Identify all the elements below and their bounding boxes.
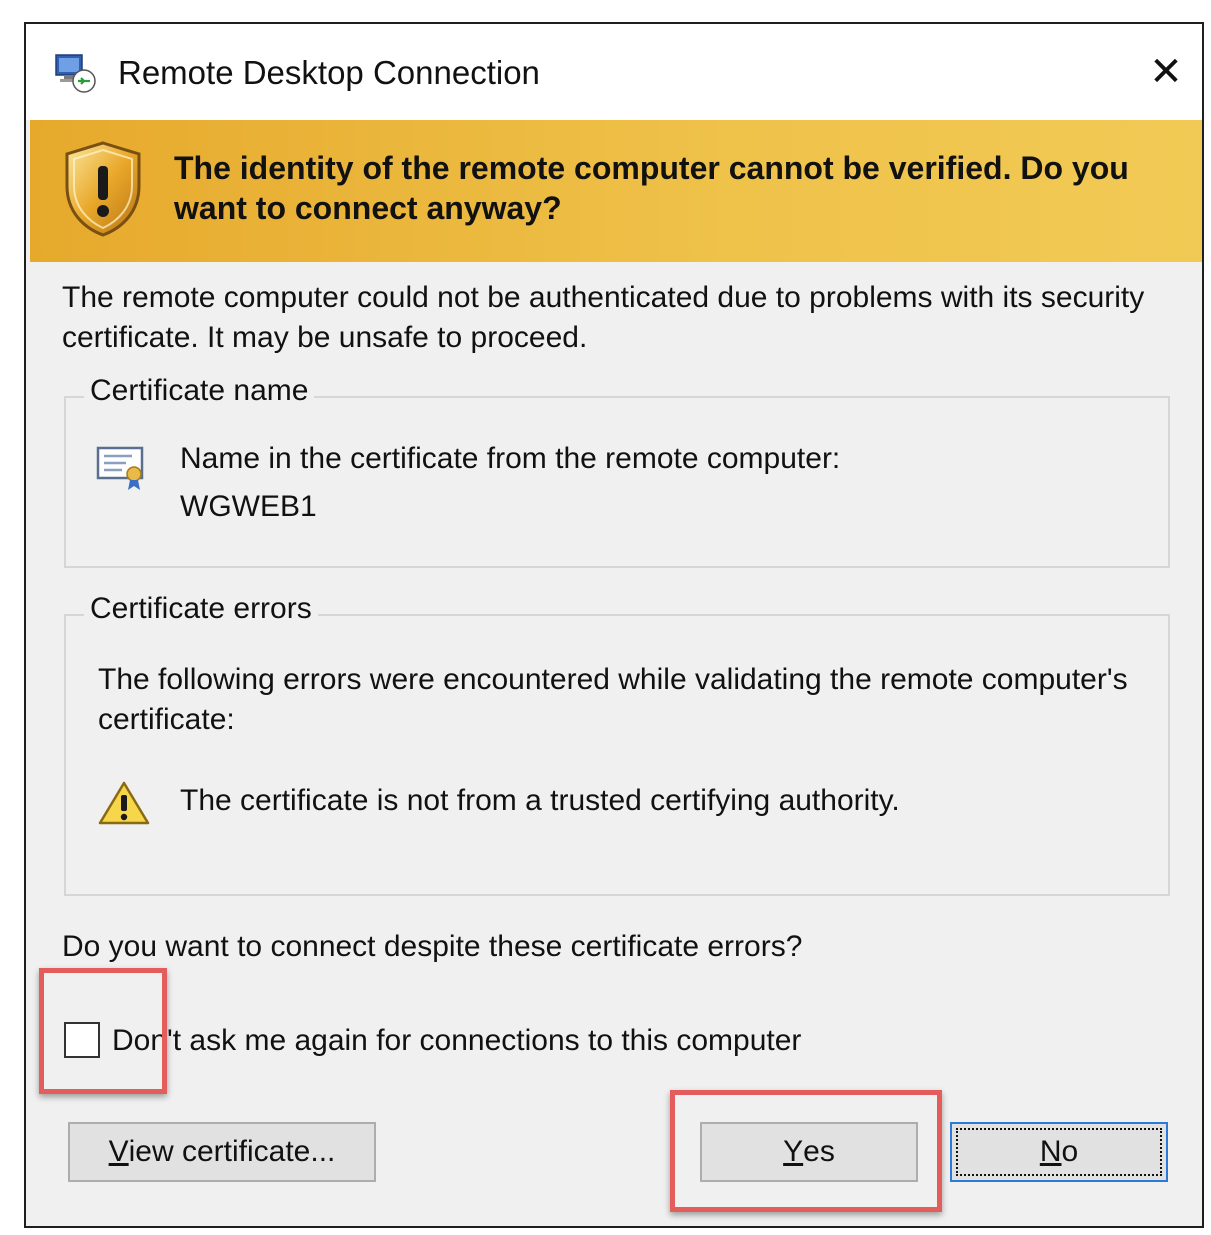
remote-desktop-icon: [55, 54, 96, 93]
intro-text: The remote computer could not be authent…: [62, 281, 1145, 354]
certificate-name-group: Certificate name Name in the certificate…: [64, 374, 1170, 568]
certificate-icon: [96, 446, 144, 490]
close-button[interactable]: ✕: [1144, 50, 1188, 94]
rdp-dialog: Remote Desktop Connection ✕ The identity…: [24, 22, 1204, 1228]
certificate-errors-intro: The following errors were encountered wh…: [98, 663, 1128, 736]
yes-label: es: [803, 1135, 835, 1168]
warning-triangle-icon: [98, 781, 150, 825]
banner-message: The identity of the remote computer cann…: [174, 150, 1129, 226]
shield-warning-icon: [65, 141, 141, 237]
view-certificate-label: iew certificate...: [128, 1135, 336, 1168]
yes-accel: Y: [783, 1135, 804, 1168]
certificate-name-value: WGWEB1: [180, 490, 317, 523]
dont-ask-again-checkbox[interactable]: [64, 1022, 100, 1058]
certificate-errors-legend: Certificate errors: [84, 592, 318, 626]
focus-ring: [956, 1128, 1162, 1176]
warning-banner: The identity of the remote computer cann…: [30, 120, 1202, 262]
close-icon: ✕: [1149, 50, 1183, 94]
certificate-errors-group: Certificate errors The following errors …: [64, 592, 1170, 896]
yes-button[interactable]: Yes: [700, 1122, 918, 1182]
window-title: Remote Desktop Connection: [118, 54, 540, 91]
certificate-error-item: The certificate is not from a trusted ce…: [180, 784, 900, 817]
connect-question: Do you want to connect despite these cer…: [62, 930, 803, 963]
view-certificate-button[interactable]: View certificate...: [68, 1122, 376, 1182]
no-button[interactable]: No: [950, 1122, 1168, 1182]
view-certificate-accel: V: [108, 1135, 129, 1168]
dont-ask-again-label[interactable]: Don't ask me again for connections to th…: [112, 1024, 801, 1058]
certificate-name-label: Name in the certificate from the remote …: [180, 442, 841, 475]
title-bar: Remote Desktop Connection ✕: [26, 24, 1202, 120]
certificate-name-legend: Certificate name: [84, 374, 315, 408]
